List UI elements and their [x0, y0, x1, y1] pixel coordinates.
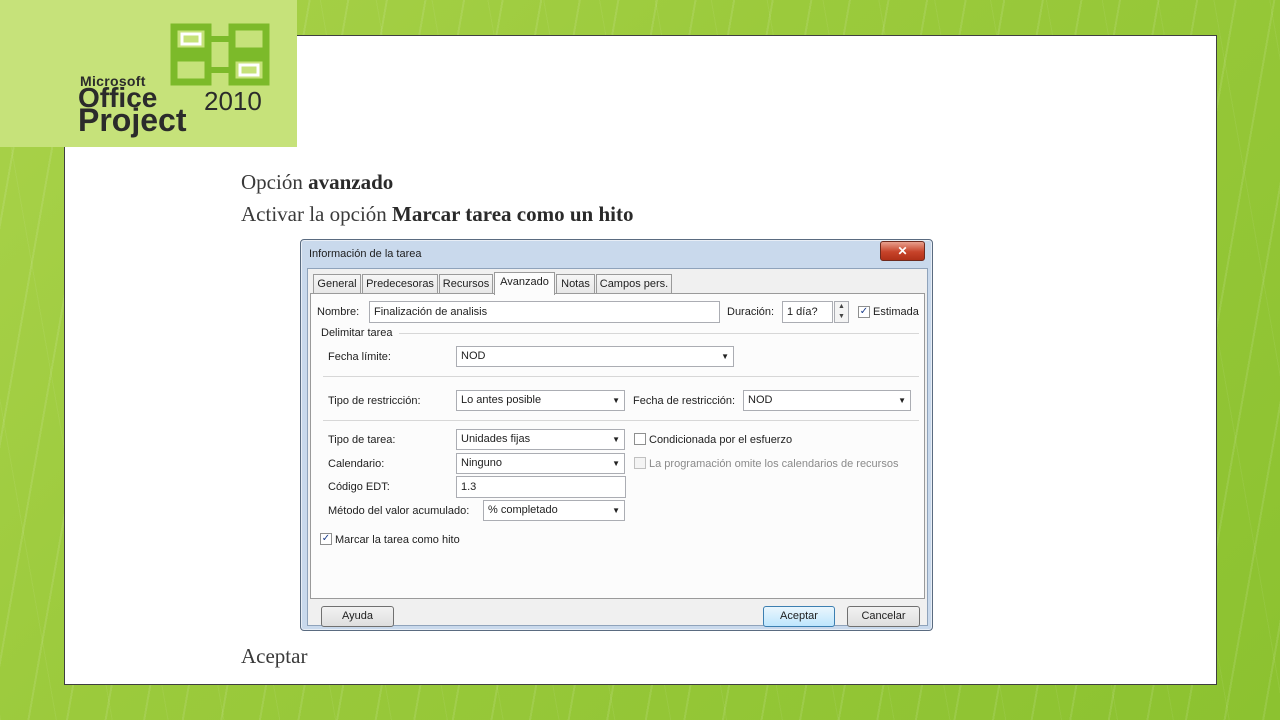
fecha-restriccion-value: NOD — [748, 394, 773, 406]
ayuda-button[interactable]: Ayuda — [321, 606, 394, 627]
section-divider — [323, 376, 919, 377]
close-icon: ✕ — [897, 244, 908, 258]
check-icon: ✓ — [859, 306, 869, 317]
calendario-value: Ninguno — [461, 457, 502, 469]
tipo-restriccion-value: Lo antes posible — [461, 394, 542, 406]
slide-line-1: Opción avanzado — [241, 170, 394, 194]
nombre-input[interactable]: Finalización de analisis — [369, 301, 720, 323]
marcar-hito-label: Marcar la tarea como hito — [335, 534, 460, 546]
duracion-input[interactable]: 1 día? — [782, 301, 833, 323]
codigo-edt-label: Código EDT: — [328, 481, 390, 493]
nombre-label: Nombre: — [317, 306, 360, 318]
cancelar-button[interactable]: Cancelar — [847, 606, 920, 627]
tipo-tarea-label: Tipo de tarea: — [328, 434, 396, 446]
marcar-hito-checkbox[interactable]: ✓ — [320, 533, 332, 545]
tab-recursos[interactable]: Recursos — [439, 274, 493, 294]
dropdown-arrow-icon: ▼ — [612, 435, 620, 444]
spin-up-icon[interactable]: ▲ — [835, 302, 848, 312]
check-icon: ✓ — [321, 533, 331, 544]
dropdown-arrow-icon: ▼ — [612, 506, 620, 515]
office-logo-icon — [170, 23, 270, 86]
calendario-select[interactable]: Ninguno ▼ — [456, 453, 625, 474]
dropdown-arrow-icon: ▼ — [721, 352, 729, 361]
metodo-valor-select[interactable]: % completado ▼ — [483, 500, 625, 521]
tab-predecesoras[interactable]: Predecesoras — [362, 274, 438, 294]
tab-notas[interactable]: Notas — [556, 274, 595, 294]
task-info-dialog: Información de la tarea ✕ General Predec… — [300, 239, 933, 631]
estimada-label: Estimada — [873, 306, 919, 318]
condicionada-checkbox[interactable] — [634, 433, 646, 445]
metodo-valor-value: % completado — [488, 504, 558, 516]
tipo-tarea-select[interactable]: Unidades fijas ▼ — [456, 429, 625, 450]
fecha-limite-select[interactable]: NOD ▼ — [456, 346, 734, 367]
fecha-limite-value: NOD — [461, 350, 486, 362]
tipo-restriccion-label: Tipo de restricción: — [328, 395, 421, 407]
fecha-restriccion-label: Fecha de restricción: — [633, 395, 736, 407]
aceptar-button[interactable]: Aceptar — [763, 606, 835, 627]
metodo-valor-label: Método del valor acumulado: — [328, 505, 470, 517]
fecha-limite-label: Fecha límite: — [328, 351, 391, 363]
duracion-spinner[interactable]: ▲ ▼ — [834, 301, 849, 323]
office-project-logo: Microsoft Office 2010 Project — [0, 0, 297, 147]
group-divider — [399, 333, 919, 334]
dialog-title: Información de la tarea — [309, 248, 422, 260]
close-button[interactable]: ✕ — [880, 241, 925, 261]
tipo-restriccion-select[interactable]: Lo antes posible ▼ — [456, 390, 625, 411]
tab-avanzado[interactable]: Avanzado — [494, 272, 555, 295]
section-divider — [323, 420, 919, 421]
dialog-body: General Predecesoras Recursos Avanzado N… — [307, 268, 928, 627]
omite-calendarios-label: La programación omite los calendarios de… — [649, 458, 899, 470]
calendario-label: Calendario: — [328, 458, 385, 470]
tipo-tarea-value: Unidades fijas — [461, 433, 531, 445]
dropdown-arrow-icon: ▼ — [612, 459, 620, 468]
omite-calendarios-checkbox — [634, 457, 646, 469]
logo-year: 2010 — [204, 86, 262, 116]
dropdown-arrow-icon: ▼ — [612, 396, 620, 405]
condicionada-label: Condicionada por el esfuerzo — [649, 434, 793, 446]
estimada-checkbox[interactable]: ✓ — [858, 306, 870, 318]
tab-general[interactable]: General — [313, 274, 361, 294]
tab-page-avanzado: Nombre: Finalización de analisis Duració… — [310, 293, 925, 599]
delimitar-group-label: Delimitar tarea — [321, 327, 393, 339]
tab-campos-pers[interactable]: Campos pers. — [596, 274, 672, 294]
slide-line-2: Activar la opción Marcar tarea como un h… — [241, 202, 634, 226]
logo-app-name: Project — [78, 102, 187, 138]
slide-footer-text: Aceptar — [241, 644, 308, 668]
codigo-edt-input[interactable]: 1.3 — [456, 476, 626, 498]
duracion-label: Duración: — [727, 306, 775, 318]
fecha-restriccion-select[interactable]: NOD ▼ — [743, 390, 911, 411]
spin-down-icon[interactable]: ▼ — [835, 312, 848, 322]
dropdown-arrow-icon: ▼ — [898, 396, 906, 405]
